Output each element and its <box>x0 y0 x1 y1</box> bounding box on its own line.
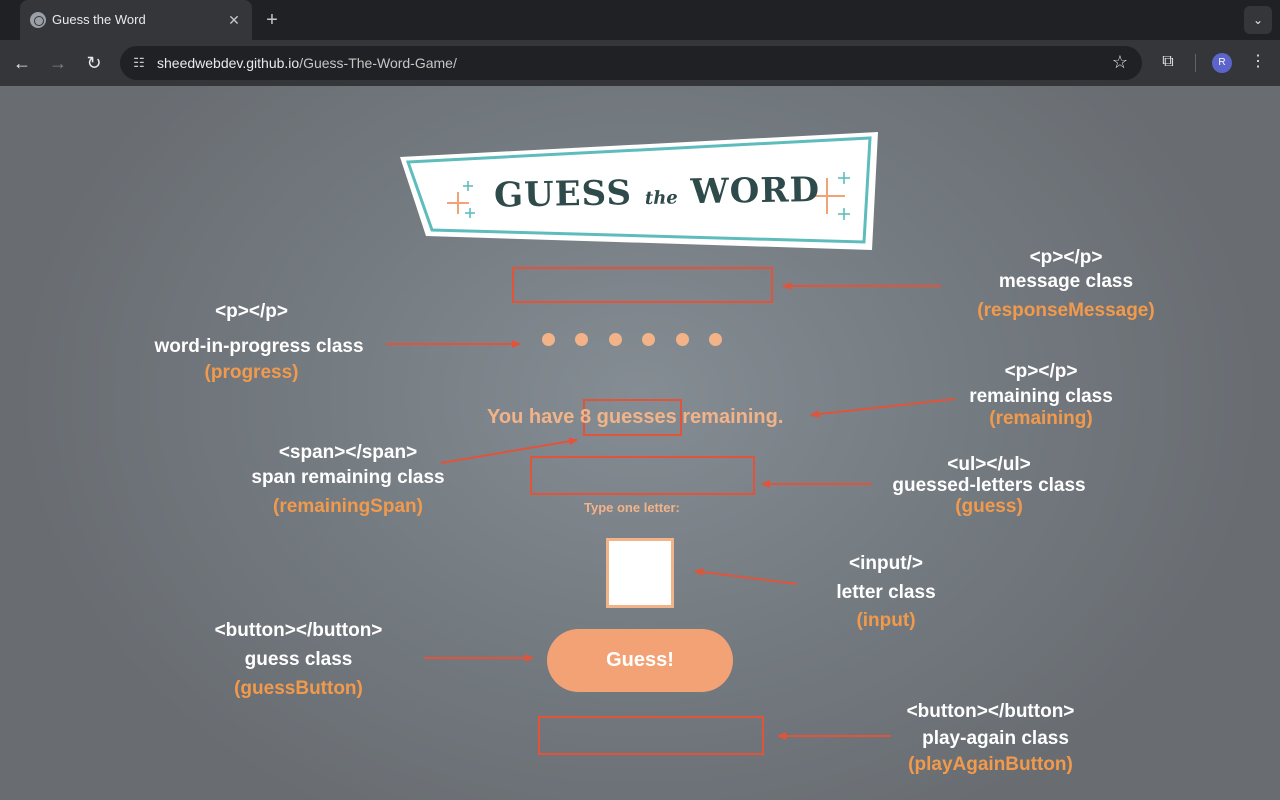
annotation-tag: <input/> <box>849 553 923 574</box>
annotation-id: (guessButton) <box>234 678 363 699</box>
url-text[interactable]: sheedwebdev.github.io/Guess-The-Word-Gam… <box>157 55 457 71</box>
active-tab[interactable]: Guess the Word ✕ <box>20 0 252 40</box>
annotation-class: guessed-letters class <box>892 475 1086 496</box>
page-content: GUESS the WORD You have 8 guesses remain… <box>0 86 1280 800</box>
annotation-letter-input: <input/> letter class (input) <box>826 554 946 630</box>
annotation-play-again: <button></button> play-again class (play… <box>904 702 1077 774</box>
annotation-tag: <p></p> <box>1029 247 1103 268</box>
globe-icon <box>30 12 46 28</box>
annotation-class: letter class <box>836 582 936 603</box>
profile-avatar[interactable]: R <box>1212 53 1232 73</box>
annotation-id: (responseMessage) <box>977 300 1155 321</box>
annotation-tag: <p></p> <box>1004 361 1078 382</box>
annotation-tag: <ul></ul> <box>947 454 1031 475</box>
annotation-id: (remaining) <box>989 408 1093 429</box>
site-info-icon[interactable]: ☷ <box>130 54 148 72</box>
annotation-id: (input) <box>856 610 916 631</box>
annotation-class: remaining class <box>969 386 1113 407</box>
annotation-id: (playAgainButton) <box>908 754 1073 775</box>
annotation-class: play-again class <box>922 728 1069 749</box>
tab-title: Guess the Word <box>52 12 146 27</box>
annotation-arrows <box>386 282 956 740</box>
forward-button[interactable]: → <box>45 50 71 76</box>
annotation-remaining: <p></p> remaining class (remaining) <box>962 362 1120 428</box>
annotation-class: word-in-progress class <box>154 336 364 357</box>
annotation-remaining-span: <span></span> span remaining class (rema… <box>249 443 447 516</box>
new-tab-button[interactable]: + <box>262 8 282 32</box>
annotation-guess-button: <button></button> guess class (guessButt… <box>212 621 385 698</box>
annotation-id: (remainingSpan) <box>273 496 423 517</box>
annotation-progress: <p></p> word-in-progress class (progress… <box>150 302 368 382</box>
annotation-guessed-letters: <ul></ul> guessed-letters class (guess) <box>890 455 1088 516</box>
bookmark-star-icon[interactable]: ☆ <box>1112 52 1128 73</box>
annotation-id: (guess) <box>955 496 1023 517</box>
address-bar[interactable]: ☷ sheedwebdev.github.io/Guess-The-Word-G… <box>120 46 1142 80</box>
annotation-id: (progress) <box>204 362 299 383</box>
annotation-class: guess class <box>244 649 353 670</box>
annotation-tag: <button></button> <box>906 701 1075 722</box>
close-tab-icon[interactable]: ✕ <box>224 10 244 30</box>
annotation-message: <p></p> message class (responseMessage) <box>975 248 1157 320</box>
browser-menu-icon[interactable]: ⋮ <box>1248 51 1268 71</box>
back-button[interactable]: ← <box>9 50 35 76</box>
tab-strip: Guess the Word ✕ + ⌄ <box>0 0 1280 40</box>
annotation-tag: <p></p> <box>215 301 288 322</box>
annotation-tag: <button></button> <box>214 620 383 641</box>
extensions-icon[interactable]: ⧉ <box>1157 50 1179 74</box>
toolbar-divider <box>1195 54 1196 72</box>
annotation-class: span remaining class <box>251 467 445 488</box>
annotation-class: message class <box>998 271 1134 292</box>
tab-search-button[interactable]: ⌄ <box>1244 6 1272 34</box>
browser-toolbar: ← → ↻ ☷ sheedwebdev.github.io/Guess-The-… <box>0 40 1280 86</box>
annotation-tag: <span></span> <box>278 442 418 463</box>
url-domain: sheedwebdev.github.io <box>157 55 300 71</box>
reload-button[interactable]: ↻ <box>81 50 107 76</box>
url-path: /Guess-The-Word-Game/ <box>299 55 457 71</box>
